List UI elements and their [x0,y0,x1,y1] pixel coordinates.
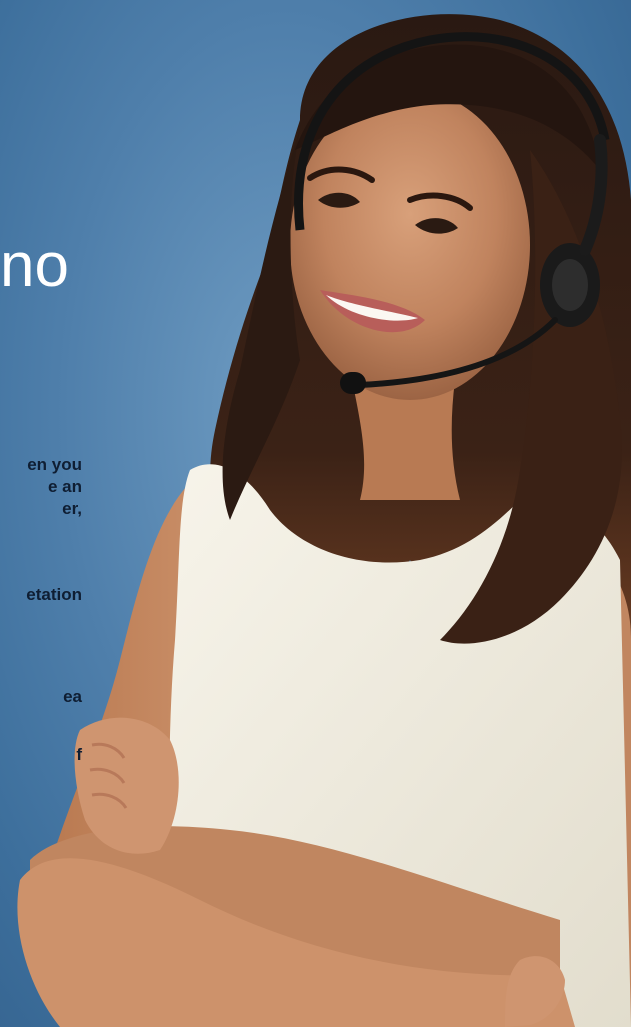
body-line: ea [63,687,82,706]
body-line: e an [47,477,82,496]
photo-stage: no en you e an er, etation ea f [0,0,631,1027]
body-line: etation [26,585,82,604]
body-line: er, [62,499,82,518]
body-line: f [76,745,82,764]
microphone [340,372,366,394]
headline-fragment: no [0,235,69,297]
body-text-fragments: en you e an er, etation ea f [0,455,90,785]
customer-service-agent-photo [17,14,631,1027]
body-line: en you [27,455,82,474]
face [290,90,530,400]
